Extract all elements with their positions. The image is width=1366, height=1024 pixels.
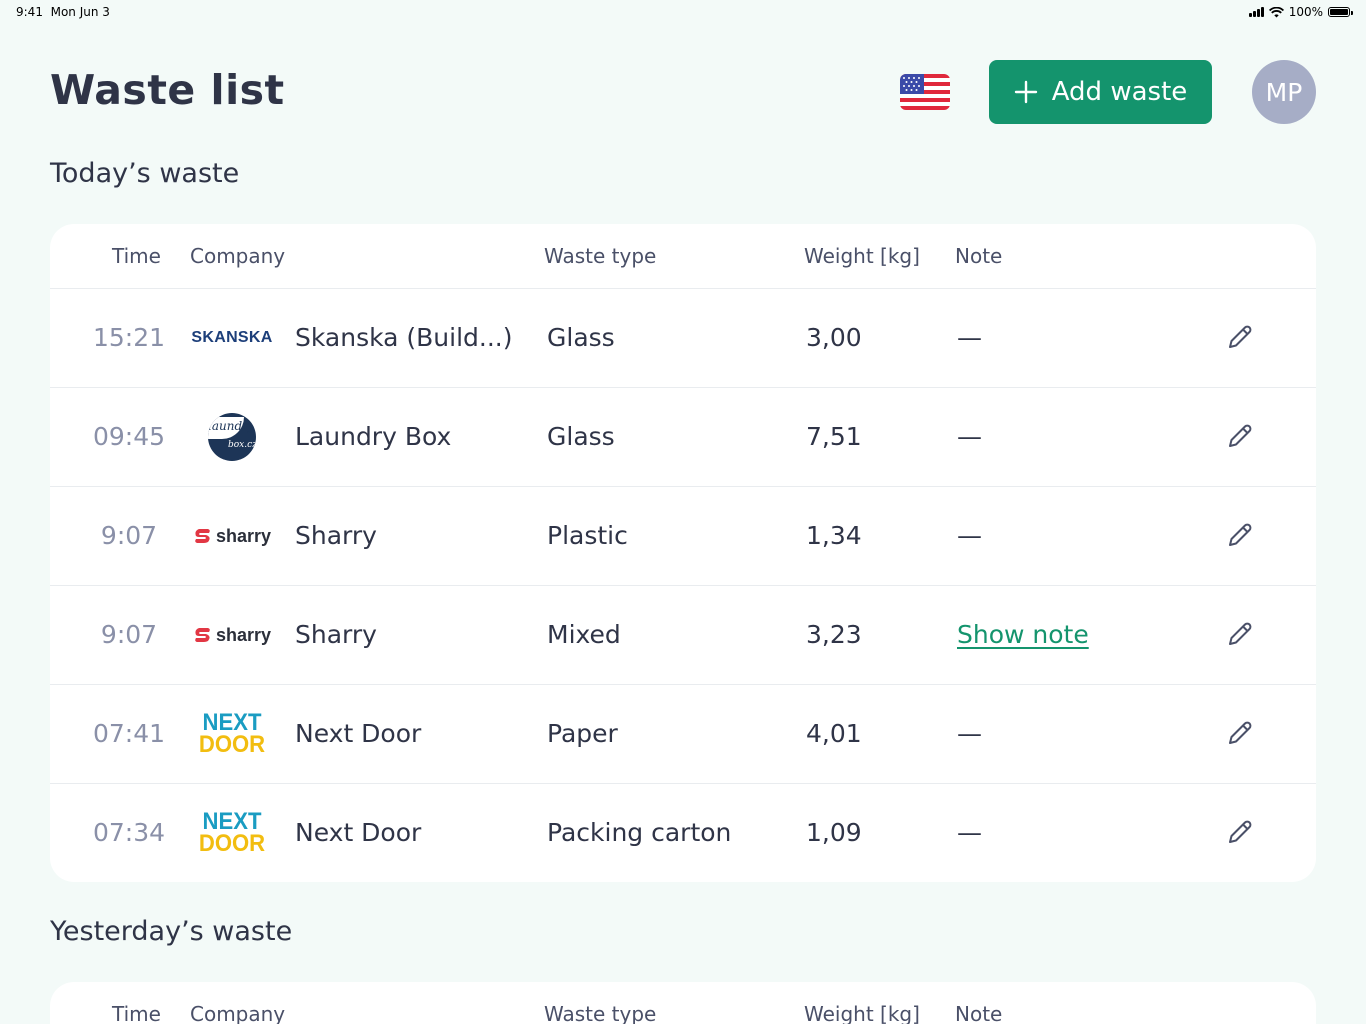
row-time: 9:07: [100, 521, 158, 550]
section-title-yesterday: Yesterday’s waste: [50, 916, 293, 947]
row-waste-type: Paper: [547, 719, 618, 748]
us-flag-icon[interactable]: [900, 74, 950, 110]
status-indicators: 100%: [1248, 5, 1353, 19]
add-waste-label: Add waste: [1051, 77, 1188, 107]
next-door-logo: NEXT DOOR: [198, 808, 266, 857]
row-waste-type: Packing carton: [547, 818, 732, 847]
row-time: 07:34: [92, 818, 166, 847]
show-note-link[interactable]: Show note: [957, 620, 1089, 649]
column-header-weight: Weight [kg]: [804, 244, 920, 268]
yesterday-waste-table: Time Company Waste type Weight [kg] Note: [50, 982, 1316, 1024]
battery-percentage: 100%: [1288, 5, 1323, 19]
row-time: 9:07: [100, 620, 158, 649]
row-waste-type: Glass: [547, 422, 615, 451]
row-note: —: [957, 521, 982, 550]
laundry-box-logo: laundry box.cz: [188, 412, 276, 462]
row-note: —: [957, 422, 982, 451]
wifi-icon: [1268, 6, 1284, 17]
row-company: Skanska (Build...): [295, 323, 513, 352]
column-header-time: Time: [112, 244, 161, 268]
row-time: 15:21: [92, 323, 166, 352]
row-company: Next Door: [295, 719, 422, 748]
table-row[interactable]: 9:07 sharry Sharry Plastic 1,34 —: [50, 487, 1316, 586]
edit-pencil-icon[interactable]: [1225, 817, 1255, 847]
plus-icon: [1014, 80, 1037, 104]
table-row[interactable]: 09:45 laundry box.cz Laundry Box Glass 7,…: [50, 388, 1316, 487]
status-bar: 9:41 Mon Jun 3 100%: [0, 0, 1366, 24]
sharry-logo: sharry: [188, 610, 276, 660]
column-header-time: Time: [112, 1002, 161, 1024]
column-header-weight: Weight [kg]: [804, 1002, 920, 1024]
battery-icon: [1328, 7, 1353, 17]
next-door-logo: NEXT DOOR: [198, 709, 266, 758]
today-waste-table: Time Company Waste type Weight [kg] Note…: [50, 224, 1316, 882]
column-header-note: Note: [955, 244, 1003, 268]
edit-pencil-icon[interactable]: [1225, 421, 1255, 451]
row-company: Sharry: [295, 521, 377, 550]
row-weight: 3,23: [806, 620, 862, 649]
cellular-signal-icon: [1248, 7, 1264, 17]
row-company: Next Door: [295, 818, 422, 847]
row-note: —: [957, 719, 982, 748]
row-weight: 3,00: [806, 323, 862, 352]
row-waste-type: Mixed: [547, 620, 621, 649]
section-title-today: Today’s waste: [50, 158, 240, 189]
row-weight: 4,01: [806, 719, 862, 748]
row-waste-type: Plastic: [547, 521, 628, 550]
avatar[interactable]: MP: [1252, 60, 1316, 124]
column-header-waste-type: Waste type: [544, 244, 657, 268]
table-row[interactable]: 9:07 sharry Sharry Mixed 3,23 Show note: [50, 586, 1316, 685]
edit-pencil-icon[interactable]: [1225, 322, 1255, 352]
add-waste-button[interactable]: Add waste: [989, 60, 1212, 124]
row-note: —: [957, 818, 982, 847]
table-header: Time Company Waste type Weight [kg] Note: [50, 224, 1316, 289]
row-note: —: [957, 323, 982, 352]
edit-pencil-icon[interactable]: [1225, 718, 1255, 748]
row-company: Sharry: [295, 620, 377, 649]
row-time: 07:41: [92, 719, 166, 748]
table-row[interactable]: 07:41 NEXT DOOR Next Door Paper 4,01 —: [50, 685, 1316, 784]
status-time: 9:41 Mon Jun 3: [16, 5, 110, 19]
row-weight: 7,51: [806, 422, 862, 451]
row-waste-type: Glass: [547, 323, 615, 352]
row-weight: 1,09: [806, 818, 862, 847]
page-title: Waste list: [50, 66, 285, 114]
table-header: Time Company Waste type Weight [kg] Note: [50, 982, 1316, 1024]
row-company: Laundry Box: [295, 422, 452, 451]
table-row[interactable]: 07:34 NEXT DOOR Next Door Packing carton …: [50, 784, 1316, 882]
column-header-waste-type: Waste type: [544, 1002, 657, 1024]
row-time: 09:45: [92, 422, 166, 451]
row-weight: 1,34: [806, 521, 862, 550]
table-row[interactable]: 15:21 SKANSKA Skanska (Build...) Glass 3…: [50, 289, 1316, 388]
edit-pencil-icon[interactable]: [1225, 619, 1255, 649]
column-header-company: Company: [190, 1002, 286, 1024]
column-header-company: Company: [190, 244, 286, 268]
column-header-note: Note: [955, 1002, 1003, 1024]
skanska-logo: SKANSKA: [191, 329, 273, 346]
edit-pencil-icon[interactable]: [1225, 520, 1255, 550]
sharry-logo: sharry: [188, 511, 276, 561]
